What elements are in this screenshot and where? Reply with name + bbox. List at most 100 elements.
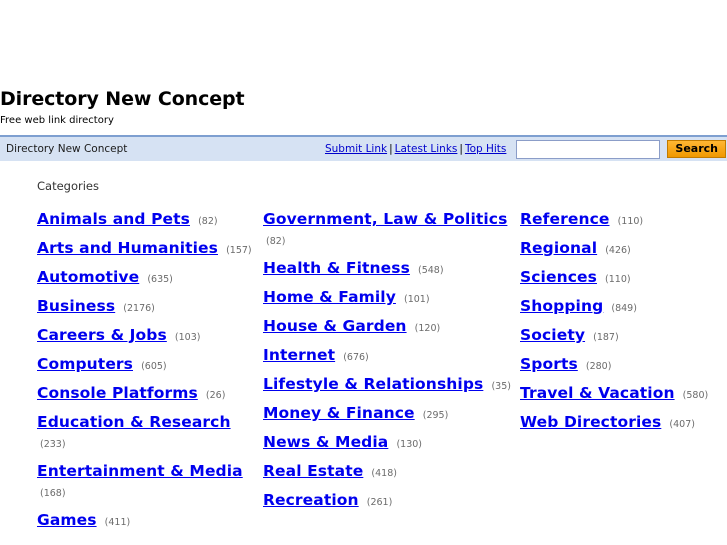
category-count: (280): [585, 361, 612, 372]
category-link[interactable]: Console Platforms: [37, 384, 198, 402]
nav-link-latest-links[interactable]: Latest Links: [395, 143, 458, 155]
page-title: Directory New Concept: [0, 88, 245, 110]
category-count: (849): [611, 303, 637, 314]
category-link[interactable]: Recreation: [263, 491, 359, 509]
category-item: Computers (605): [37, 354, 255, 376]
category-item: Careers & Jobs (103): [37, 325, 255, 347]
category-link[interactable]: Regional: [520, 239, 597, 257]
category-count: (233): [40, 439, 66, 450]
category-count: (168): [40, 488, 66, 499]
category-item: Regional (426): [520, 238, 725, 260]
category-link[interactable]: News & Media: [263, 433, 388, 451]
category-count: (2176): [123, 303, 155, 314]
category-link[interactable]: Business: [37, 297, 115, 315]
category-count: (110): [605, 274, 631, 285]
category-count: (676): [343, 352, 369, 363]
category-count: (407): [669, 419, 695, 430]
category-item: Games (411): [37, 510, 255, 532]
category-count: (187): [593, 332, 619, 343]
category-item: Health & Fitness (548): [263, 258, 512, 280]
category-item: Government, Law & Politics (82): [263, 209, 512, 251]
category-item: Sciences (110): [520, 267, 725, 289]
category-item: Automotive (635): [37, 267, 255, 289]
category-link[interactable]: Home & Family: [263, 288, 396, 306]
category-count: (103): [174, 332, 201, 343]
categories-column-2: Government, Law & Politics (82) Health & …: [263, 209, 520, 519]
category-link[interactable]: Careers & Jobs: [37, 326, 167, 344]
category-link[interactable]: Sports: [520, 355, 578, 373]
category-link[interactable]: Arts and Humanities: [37, 239, 218, 257]
breadcrumb[interactable]: Directory New Concept: [0, 143, 127, 155]
category-link[interactable]: House & Garden: [263, 317, 407, 335]
nav-link-top-hits[interactable]: Top Hits: [465, 143, 506, 155]
nav-links: Submit Link | Latest Links | Top Hits: [325, 143, 506, 155]
category-count: (130): [396, 439, 422, 450]
category-count: (35): [491, 381, 511, 392]
category-link[interactable]: Automotive: [37, 268, 139, 286]
search-input[interactable]: [516, 139, 661, 159]
category-item: Arts and Humanities (157): [37, 238, 255, 260]
category-item: Entertainment & Media (168): [37, 461, 255, 503]
category-link[interactable]: Entertainment & Media: [37, 462, 243, 480]
category-count: (261): [366, 497, 393, 508]
category-count: (82): [266, 236, 286, 247]
category-link[interactable]: Society: [520, 326, 585, 344]
category-count: (605): [141, 361, 167, 372]
category-item: Education & Research (233): [37, 412, 255, 454]
category-count: (157): [226, 245, 252, 256]
category-link[interactable]: Games: [37, 511, 97, 529]
categories-section-label: Categories: [37, 179, 99, 193]
category-link[interactable]: Animals and Pets: [37, 210, 190, 228]
category-link[interactable]: Lifestyle & Relationships: [263, 375, 483, 393]
category-link[interactable]: Government, Law & Politics: [263, 210, 507, 228]
category-item: Money & Finance (295): [263, 403, 512, 425]
category-link[interactable]: Sciences: [520, 268, 597, 286]
category-count: (418): [371, 468, 397, 479]
category-link[interactable]: Computers: [37, 355, 133, 373]
category-count: (120): [414, 323, 441, 334]
categories-columns: Animals and Pets (82) Arts and Humanities…: [37, 209, 727, 539]
category-link[interactable]: Reference: [520, 210, 610, 228]
nav-separator-2: |: [459, 143, 463, 155]
category-item: Internet (676): [263, 345, 512, 367]
categories-column-1: Animals and Pets (82) Arts and Humanities…: [37, 209, 263, 539]
categories-column-3: Reference (110) Regional (426) Sciences (1…: [520, 209, 725, 441]
category-item: Reference (110): [520, 209, 725, 231]
navigation-bar: Directory New Concept Submit Link | Latest…: [0, 135, 727, 161]
category-item: News & Media (130): [263, 432, 512, 454]
nav-link-submit-link[interactable]: Submit Link: [325, 143, 387, 155]
category-link[interactable]: Health & Fitness: [263, 259, 410, 277]
site-header: Directory New Concept Free web link dire…: [0, 0, 727, 128]
category-item: House & Garden (120): [263, 316, 512, 338]
category-link[interactable]: Travel & Vacation: [520, 384, 675, 402]
nav-separator-1: |: [389, 143, 393, 155]
category-count: (426): [605, 245, 631, 256]
category-count: (82): [198, 216, 218, 227]
nav-right-group: Submit Link | Latest Links | Top Hits Search: [325, 137, 727, 161]
category-link[interactable]: Money & Finance: [263, 404, 415, 422]
category-link[interactable]: Shopping: [520, 297, 603, 315]
category-count: (295): [422, 410, 449, 421]
search-button[interactable]: Search: [667, 140, 726, 158]
category-item: Society (187): [520, 325, 725, 347]
category-link[interactable]: Real Estate: [263, 462, 363, 480]
category-count: (580): [682, 390, 709, 401]
category-item: Recreation (261): [263, 490, 512, 512]
category-item: Home & Family (101): [263, 287, 512, 309]
category-item: Shopping (849): [520, 296, 725, 318]
category-item: Console Platforms (26): [37, 383, 255, 405]
category-item: Web Directories (407): [520, 412, 725, 434]
category-item: Real Estate (418): [263, 461, 512, 483]
category-item: Animals and Pets (82): [37, 209, 255, 231]
category-link[interactable]: Web Directories: [520, 413, 661, 431]
category-count: (411): [104, 517, 131, 528]
main-content: Categories Animals and Pets (82) Arts and…: [0, 161, 727, 539]
category-item: Lifestyle & Relationships (35): [263, 374, 512, 396]
category-count: (635): [147, 274, 173, 285]
category-item: Travel & Vacation (580): [520, 383, 725, 405]
category-count: (110): [617, 216, 644, 227]
category-link[interactable]: Education & Research: [37, 413, 231, 431]
category-item: Business (2176): [37, 296, 255, 318]
category-link[interactable]: Internet: [263, 346, 335, 364]
category-count: (548): [418, 265, 444, 276]
